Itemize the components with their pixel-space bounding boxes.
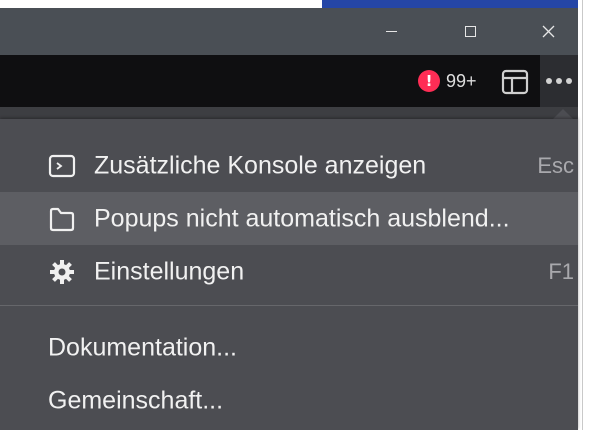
more-options-menu: Zusätzliche Konsole anzeigen Esc Popups …: [0, 119, 578, 430]
maximize-icon: [464, 26, 476, 37]
background-window-blue-area: [322, 0, 578, 8]
background-divider: [582, 0, 583, 430]
screen: ! 99+ Zusätzliche Konsole anzeigen Esc P…: [0, 0, 596, 430]
close-icon: [542, 25, 554, 38]
dock-layout-button[interactable]: [500, 68, 530, 96]
menu-item-label: Gemeinschaft...: [48, 386, 224, 414]
menu-divider: [0, 305, 578, 306]
menu-item-label: Popups nicht automatisch ausblend...: [94, 204, 510, 232]
background-desktop-edge: [578, 0, 596, 430]
error-icon: !: [418, 70, 440, 92]
issues-indicator[interactable]: ! 99+: [418, 69, 477, 93]
menu-item-documentation[interactable]: Dokumentation...: [0, 321, 578, 374]
menu-item-shortcut: F1: [548, 258, 574, 284]
menu-item-label: Dokumentation...: [48, 333, 237, 361]
title-bar: [0, 8, 578, 55]
menu-item-label: Einstellungen: [94, 257, 245, 285]
toolbar: ! 99+: [0, 55, 578, 107]
more-dot: [556, 78, 562, 84]
menu-item-popups-autohide[interactable]: Popups nicht automatisch ausblend...: [0, 192, 578, 245]
menu-item-extra-console[interactable]: Zusätzliche Konsole anzeigen Esc: [0, 139, 578, 192]
menu-item-shortcut: Esc: [537, 152, 574, 178]
menu-item-settings[interactable]: Einstellungen F1: [0, 245, 578, 298]
minimize-icon: [385, 31, 397, 32]
issues-count: 99+: [446, 70, 477, 91]
more-options-button[interactable]: [540, 55, 578, 107]
minimize-button[interactable]: [368, 8, 414, 55]
more-dot: [546, 78, 552, 84]
gear-icon: [48, 258, 76, 286]
error-icon-symbol: !: [425, 72, 433, 90]
layout-panel-icon: [501, 69, 529, 95]
console-icon: [48, 152, 76, 180]
menu-item-community[interactable]: Gemeinschaft...: [0, 374, 578, 427]
folder-icon: [48, 205, 76, 233]
maximize-button[interactable]: [447, 8, 493, 55]
menu-item-label: Zusätzliche Konsole anzeigen: [94, 151, 427, 179]
devtools-window: ! 99+ Zusätzliche Konsole anzeigen Esc P…: [0, 8, 578, 430]
close-button[interactable]: [525, 8, 571, 55]
more-dot: [566, 78, 572, 84]
